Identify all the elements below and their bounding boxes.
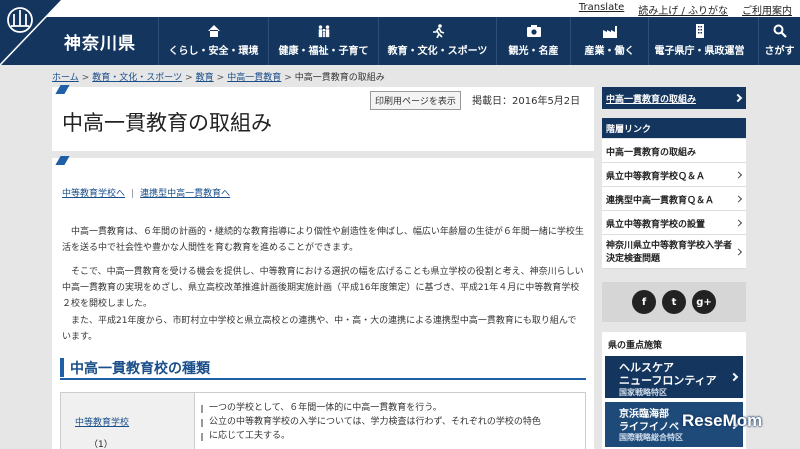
sidebar-item-integrated-education[interactable]: 中高一貫教育の取組み [602, 139, 746, 163]
building-icon [693, 24, 707, 38]
nav-label: 観光・名産 [508, 46, 559, 57]
breadcrumb-education[interactable]: 教育 [196, 73, 214, 83]
nav-label: 電子県庁・県政運営 [654, 46, 745, 57]
corner-accent [55, 85, 70, 94]
chevron-right-icon [729, 372, 739, 382]
sidebar-current-link[interactable]: 中高一貫教育の取組み [602, 87, 746, 109]
nav-government[interactable]: 電子県庁・県政運営 [648, 17, 750, 65]
search-button[interactable]: さがす [758, 17, 800, 65]
secondary-school-link[interactable]: 中等教育学校 [75, 418, 129, 428]
facebook-icon[interactable]: f [632, 290, 656, 314]
list-item: 公立の中等教育学校の入学については、学力検査は行わず、それぞれの学校の特色 [201, 415, 541, 429]
key-policies: 県の重点施策 ヘルスケア ニューフロンティア 国家戦略特区 京浜臨海部 ライフイ… [602, 332, 746, 449]
watermark-logo: ReseMom [682, 411, 763, 430]
nav-industry[interactable]: 産業・働く [570, 17, 648, 65]
search-icon [773, 24, 787, 38]
title-panel: 印刷用ページを表示 掲載日：2016年5月2日 中高一貫教育の取組み [52, 85, 594, 151]
chevron-right-icon [734, 218, 743, 227]
nav-label: くらし・安全・環境 [168, 46, 259, 57]
site-name[interactable]: 神奈川県 [64, 29, 136, 54]
sidebar-list: 中高一貫教育の取組み 県立中等教育学校Ｑ＆Ａ 連携型中高一貫教育Ｑ＆Ａ 県立中等… [602, 139, 746, 269]
page-title: 中高一貫教育の取組み [62, 111, 272, 135]
list-item: 一つの学校として、６年間一体的に中高一貫教育を行う。 [201, 401, 541, 415]
school-types-table: （1） 中等教育学校 一つの学校として、６年間一体的に中高一貫教育を行う。 公立の… [60, 392, 586, 449]
content-panel: 中等教育学校へ | 連携型中高一貫教育へ 中高一貫教育は、６年間の計画的・継続的な教… [52, 156, 594, 449]
home-icon [207, 24, 221, 38]
nav-label: 産業・働く [584, 46, 635, 57]
site-header: 神奈川県 くらし・安全・環境 健康・福祉・子育て 教育・文化・スポーツ 観光・名… [0, 0, 800, 65]
sidebar-item-exam-questions[interactable]: 神奈川県立中等教育学校入学者決定検査問題 [602, 235, 746, 269]
nav-label: 教育・文化・スポーツ [387, 46, 488, 57]
nav-education[interactable]: 教育・文化・スポーツ [378, 17, 496, 65]
nav-tourism[interactable]: 観光・名産 [496, 17, 570, 65]
nav-label: 健康・福祉・子育て [278, 46, 369, 57]
paragraph: そこで、中高一貫教育を受ける機会を提供し、中等教育における選択の幅を広げることも… [62, 267, 584, 309]
table-row-header: （1） 中等教育学校 [61, 393, 195, 449]
corner-accent [55, 156, 70, 165]
google-plus-icon[interactable]: g+ [692, 290, 716, 314]
paragraph: また、平成21年度から、市町村立中学校と県立高校との連携や、中・高・大の連携によ… [62, 316, 577, 342]
chevron-right-icon [733, 93, 743, 103]
camera-icon [526, 24, 541, 38]
chevron-right-icon [734, 194, 743, 203]
search-label: さがす [764, 46, 795, 57]
key-policies-title: 県の重点施策 [608, 341, 663, 351]
posted-date: 掲載日：2016年5月2日 [472, 96, 581, 107]
sidebar-heading: 階層リンク [602, 118, 746, 138]
chevron-right-icon [734, 170, 743, 179]
prefecture-logo[interactable] [0, 0, 62, 65]
link-secondary-school[interactable]: 中等教育学校へ [62, 189, 125, 199]
link-linked-education[interactable]: 連携型中高一貫教育へ [140, 189, 230, 199]
main-nav: くらし・安全・環境 健康・福祉・子育て 教育・文化・スポーツ 観光・名産 産業・… [158, 17, 750, 65]
nav-health[interactable]: 健康・福祉・子育て [268, 17, 378, 65]
sidebar-item-school-qa[interactable]: 県立中等教育学校Ｑ＆Ａ [602, 163, 746, 187]
list-item-continued: に応じて工夫する。 [201, 429, 541, 443]
twitter-icon[interactable]: t [662, 290, 686, 314]
breadcrumb-education-culture[interactable]: 教育・文化・スポーツ [92, 73, 182, 83]
table-row-body: 一つの学校として、６年間一体的に中高一貫教育を行う。 公立の中等教育学校の入学に… [201, 401, 541, 443]
healthcare-banner[interactable]: ヘルスケア ニューフロンティア 国家戦略特区 [605, 356, 743, 398]
sidebar-item-linked-qa[interactable]: 連携型中高一貫教育Ｑ＆Ａ [602, 187, 746, 211]
print-view-button[interactable]: 印刷用ページを表示 [370, 91, 461, 110]
anchor-links: 中等教育学校へ | 連携型中高一貫教育へ [62, 189, 231, 199]
section-heading: 中高一貫教育校の種類 [60, 356, 586, 380]
read-aloud-link[interactable]: 読み上げ / ふりがな [638, 2, 728, 17]
breadcrumb-integrated-education[interactable]: 中高一貫教育 [227, 73, 281, 83]
family-icon [317, 24, 331, 38]
paragraph: 中高一貫教育は、６年間の計画的・継続的な教育指導により個性や創造性を伸ばし、幅広… [62, 227, 584, 253]
chevron-right-icon [734, 247, 743, 256]
runner-icon [431, 24, 445, 38]
sidebar-item-school-setup[interactable]: 県立中等教育学校の設置 [602, 211, 746, 235]
breadcrumb: ホーム > 教育・文化・スポーツ > 教育 > 中高一貫教育 > 中高一貫教育の取組み [52, 73, 385, 83]
translate-link[interactable]: Translate [579, 2, 624, 17]
breadcrumb-home[interactable]: ホーム [52, 73, 79, 83]
nav-living[interactable]: くらし・安全・環境 [158, 17, 268, 65]
social-share: f t g+ [602, 282, 746, 322]
breadcrumb-current: 中高一貫教育の取組み [294, 73, 385, 83]
usage-guide-link[interactable]: ご利用案内 [742, 2, 792, 17]
utility-links: Translate 読み上げ / ふりがな ご利用案内 [579, 2, 792, 17]
utility-bar: Translate 読み上げ / ふりがな ご利用案内 [0, 0, 800, 17]
factory-icon [602, 24, 617, 38]
